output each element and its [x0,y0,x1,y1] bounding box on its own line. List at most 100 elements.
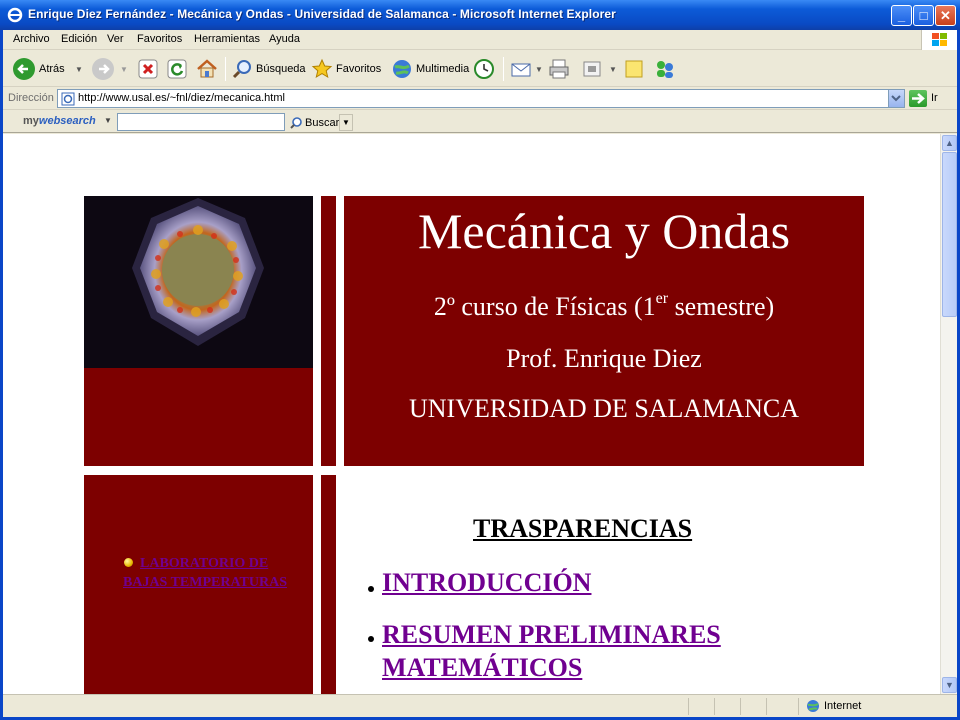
stop-button[interactable] [137,56,159,82]
favorites-button[interactable]: Favoritos [311,56,381,82]
header-panel: Mecánica y Ondas 2º curso de Físicas (1e… [344,196,864,466]
toolbar-separator [225,57,226,81]
minimize-button[interactable]: _ [891,5,912,26]
messenger-button[interactable] [653,56,677,82]
home-button[interactable] [195,56,219,82]
brand-prefix: my [23,115,39,127]
address-input[interactable]: http://www.usal.es/~fnl/diez/mecanica.ht… [57,89,905,108]
brand-suffix: websearch [38,115,96,127]
maximize-button[interactable]: □ [913,5,934,26]
vertical-scrollbar[interactable]: ▲ ▼ [940,134,957,694]
page-icon [61,92,75,106]
scroll-thumb[interactable] [942,152,957,317]
go-label[interactable]: Ir [931,92,938,104]
address-url: http://www.usal.es/~fnl/diez/mecanica.ht… [78,92,285,104]
buscar-button[interactable]: Buscar [289,114,339,131]
go-arrow-icon [912,93,925,104]
discuss-button[interactable] [623,56,645,82]
media-label: Multimedia [416,63,470,75]
scroll-up-button[interactable]: ▲ [942,135,957,151]
menu-favoritos[interactable]: Favoritos [137,33,182,45]
messenger-icon [657,61,673,78]
divider-bar-top [321,196,336,466]
menu-ayuda[interactable]: Ayuda [269,33,300,45]
toolbar-separator [503,57,504,81]
mail-button[interactable]: ▼ [510,56,543,82]
laboratorio-link[interactable]: LABORATORIO DE BAJAS TEMPERATURAS [123,554,293,592]
search-button[interactable]: Búsqueda [231,56,306,82]
magnifier-icon [290,116,302,129]
professor-line: Prof. Enrique Diez [506,344,702,373]
title-bar: Enrique Diez Fernández - Mecánica y Onda… [0,0,960,30]
browser-window: Enrique Diez Fernández - Mecánica y Onda… [0,0,960,720]
security-zone: Internet [806,699,861,713]
printer-icon [549,59,569,79]
refresh-button[interactable] [166,56,188,82]
address-dropdown[interactable] [888,90,904,107]
star-icon [311,58,333,79]
link-introduccion[interactable]: INTRODUCCIÓN [382,566,591,599]
status-cell [766,698,792,715]
status-cell [740,698,766,715]
status-bar: Internet [3,694,957,717]
go-button[interactable] [909,90,927,107]
status-cell [688,698,714,715]
websearch-toolbar: mywebsearch ▼ Buscar ▼ [3,111,957,133]
back-arrow-icon [13,58,35,80]
forward-dropdown[interactable]: ▼ [120,56,128,82]
link-preliminares[interactable]: RESUMEN PRELIMINARES MATEMÁTICOS [382,618,802,684]
bullet-icon [368,586,374,592]
favorites-label: Favoritos [336,63,382,75]
magnifier-icon [232,60,251,79]
back-button[interactable]: Atrás [12,56,65,82]
page-title: Mecánica y Ondas [417,203,791,259]
note-icon [625,60,643,78]
bullet-icon [368,636,374,642]
forward-arrow-icon [92,58,114,80]
menu-bar: Archivo Edición Ver Favoritos Herramient… [3,30,957,50]
page-viewport: Mecánica y Ondas 2º curso de Físicas (1e… [3,134,940,694]
section-title: TRASPARENCIAS [473,514,693,543]
media-globe-icon [393,60,411,78]
course-sup: er [655,290,669,307]
address-label: Dirección [8,92,54,104]
edit-window-icon [583,61,601,77]
websearch-brand: mywebsearch [23,115,96,127]
buscar-dropdown[interactable]: ▼ [339,114,353,131]
menu-archivo[interactable]: Archivo [13,33,50,45]
websearch-input[interactable] [117,113,285,131]
mail-icon [511,63,531,77]
divider-bar-bottom [321,475,336,694]
scroll-down-button[interactable]: ▼ [942,677,957,693]
status-cell [714,698,740,715]
brand-dropdown[interactable]: ▼ [104,116,112,125]
media-button[interactable]: Multimedia [391,56,469,82]
menu-edicion[interactable]: Edición [61,33,97,45]
menu-ver[interactable]: Ver [107,33,124,45]
close-button[interactable]: ✕ [935,5,956,26]
history-button[interactable] [473,56,495,82]
search-label: Búsqueda [256,63,306,75]
edit-button[interactable]: ▼ [581,56,617,82]
windows-flag-icon [921,30,957,50]
fractal-image [84,196,313,368]
back-dropdown[interactable]: ▼ [75,56,83,82]
history-clock-icon [474,59,494,79]
window-title: Enrique Diez Fernández - Mecánica y Onda… [28,7,616,21]
forward-button[interactable] [91,56,115,82]
back-label: Atrás [39,63,65,75]
standard-toolbar: Atrás ▼ ▼ Búsqueda Favoritos Multimedia … [3,51,957,87]
chevron-down-icon [891,95,901,102]
buscar-label: Buscar [305,116,340,129]
refresh-icon [167,59,187,79]
ie-logo-icon [7,7,23,23]
left-header-panel [84,368,313,466]
address-bar: Dirección http://www.usal.es/~fnl/diez/m… [3,88,957,110]
stop-icon [138,59,158,79]
home-icon [197,59,217,78]
zone-label: Internet [824,700,862,712]
print-button[interactable] [547,56,571,82]
internet-globe-icon [807,700,819,712]
menu-herramientas[interactable]: Herramientas [194,33,260,45]
course-suffix: semestre) [668,292,775,321]
